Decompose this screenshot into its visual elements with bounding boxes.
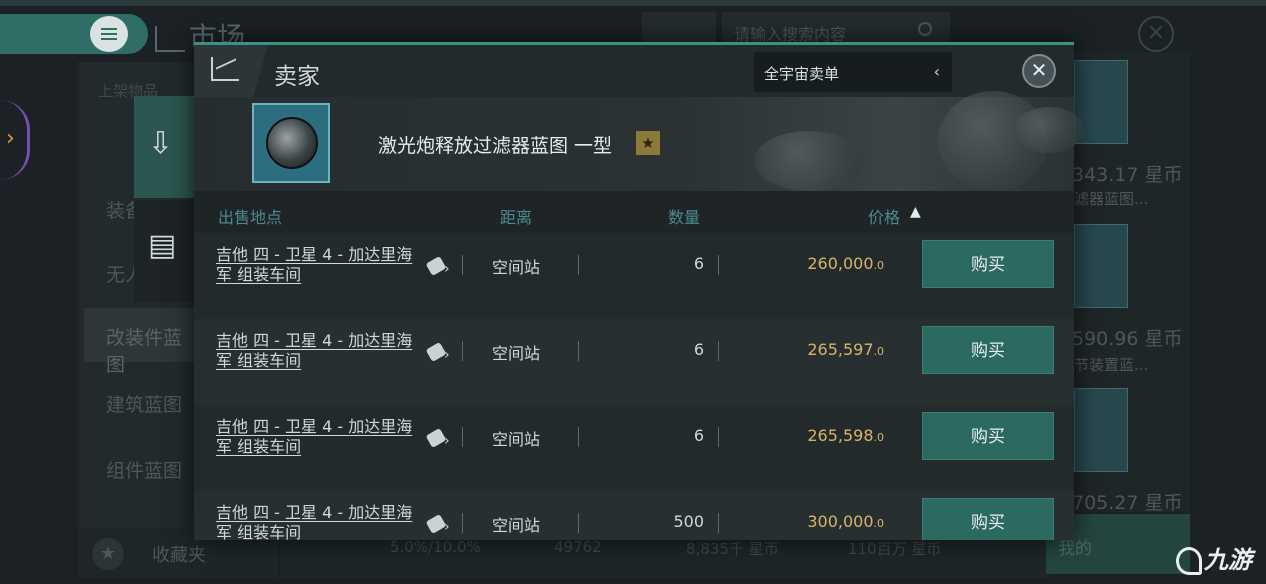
star-icon: ★	[636, 131, 660, 155]
scope-dropdown-value: 全宇宙卖单	[764, 65, 840, 83]
sell-location-link[interactable]: 吉他 四 - 卫星 4 - 加达里海军 组装车间	[216, 417, 426, 457]
category-item-structure-blueprints[interactable]: 建筑蓝图	[106, 390, 182, 417]
chart-icon	[211, 57, 239, 81]
tab-sell-orders[interactable]: ⇩	[134, 96, 194, 198]
item-banner: 激光炮释放过滤器蓝图 一型 ★	[194, 91, 1084, 191]
modal-header: 卖家 全宇宙卖单 ‹ ✕	[194, 45, 1074, 97]
side-drawer-handle[interactable]	[0, 100, 30, 180]
divider	[578, 255, 579, 275]
price-value: 265,598.0	[807, 426, 884, 445]
price-value: 260,000.0	[807, 254, 884, 273]
item-price: 343.17 星币	[1072, 164, 1183, 186]
column-quantity[interactable]: 数量	[668, 204, 700, 228]
item-price: 590.96 星币	[1072, 328, 1183, 350]
buy-button[interactable]: 购买	[922, 326, 1054, 374]
clipboard-icon: ▤	[148, 228, 177, 263]
route-icon[interactable]: ›	[425, 341, 454, 363]
category-item-rig-blueprints[interactable]: 改装件蓝图	[84, 308, 196, 376]
item-thumbnail[interactable]	[1074, 388, 1128, 472]
route-icon[interactable]: ›	[425, 513, 454, 535]
top-strip	[0, 0, 1266, 6]
divider	[578, 427, 579, 447]
item-name: 滤器蓝图...	[1074, 190, 1149, 208]
modal-side-tabs: ⇩ ▤	[134, 96, 194, 302]
search-icon[interactable]	[918, 22, 932, 36]
distance-value: 空间站	[492, 516, 541, 535]
divider	[462, 341, 463, 361]
watermark-logo: 九游	[1176, 540, 1252, 575]
table-row: 吉他 四 - 卫星 4 - 加达里海军 组装车间 › 空间站 6 260,000…	[194, 233, 1074, 319]
market-chart-icon	[155, 26, 185, 52]
distance-value: 空间站	[492, 430, 541, 449]
blueprint-icon	[266, 117, 318, 169]
divider	[462, 427, 463, 447]
header-icon-box	[194, 45, 268, 97]
page-close-icon[interactable]: ×	[1138, 16, 1174, 52]
sell-location-link[interactable]: 吉他 四 - 卫星 4 - 加达里海军 组装车间	[216, 503, 426, 540]
scope-dropdown[interactable]: 全宇宙卖单 ‹	[754, 52, 952, 92]
cart-download-icon: ⇩	[148, 126, 174, 161]
modal-title: 卖家	[274, 64, 320, 90]
tab-order-details[interactable]: ▤	[134, 200, 194, 302]
close-icon[interactable]: ✕	[1022, 54, 1056, 88]
table-row: 吉他 四 - 卫星 4 - 加达里海军 组装车间 › 空间站 6 265,598…	[194, 405, 1074, 491]
sort-ascending-icon[interactable]: ▲	[910, 204, 921, 220]
buy-button[interactable]: 购买	[922, 240, 1054, 288]
category-item-component-blueprints[interactable]: 组件蓝图	[106, 456, 182, 483]
buy-button[interactable]: 购买	[922, 412, 1054, 460]
item-name: 节装置蓝...	[1074, 356, 1149, 374]
sell-location-link[interactable]: 吉他 四 - 卫星 4 - 加达里海军 组装车间	[216, 331, 426, 371]
table-header: 出售地点 距离 数量 价格 ▲	[194, 191, 1074, 233]
sell-location-link[interactable]: 吉他 四 - 卫星 4 - 加达里海军 组装车间	[216, 245, 426, 285]
divider	[578, 341, 579, 361]
item-thumbnail[interactable]	[1074, 224, 1128, 308]
item-name: 激光炮释放过滤器蓝图 一型	[378, 135, 613, 157]
logo-icon	[1176, 547, 1202, 575]
price-value: 300,000.0	[807, 512, 884, 531]
distance-value: 空间站	[492, 344, 541, 363]
table-row: 吉他 四 - 卫星 4 - 加达里海军 组装车间 › 空间站 6 265,597…	[194, 319, 1074, 405]
column-price[interactable]: 价格	[868, 204, 900, 228]
orders-stat: 49762	[554, 538, 602, 556]
divider	[462, 513, 463, 533]
route-icon[interactable]: ›	[425, 255, 454, 277]
distance-value: 空间站	[492, 258, 541, 277]
item-price: 705.27 星币	[1072, 492, 1183, 514]
route-icon[interactable]: ›	[425, 427, 454, 449]
sellers-modal: 卖家 全宇宙卖单 ‹ ✕ 激光炮释放过滤器蓝图 一型 ★ 出售地点 距离 数量 …	[194, 42, 1084, 540]
escrow-stat: 110百万 星币	[848, 540, 942, 558]
divider	[578, 513, 579, 533]
buy-button[interactable]: 购买	[922, 498, 1054, 540]
chevron-right-icon[interactable]: ›	[6, 126, 15, 151]
planet-decoration	[1014, 107, 1084, 153]
chevron-left-icon: ‹	[933, 62, 940, 81]
divider	[462, 255, 463, 275]
wallet-stat: 8,835千 星币	[686, 540, 779, 558]
price-value: 265,597.0	[807, 340, 884, 359]
menu-icon[interactable]	[90, 16, 128, 52]
column-location[interactable]: 出售地点	[218, 204, 282, 228]
tax-stat: 5.0%/10.0%	[390, 538, 481, 556]
table-row: 吉他 四 - 卫星 4 - 加达里海军 组装车间 › 空间站 500 300,0…	[194, 491, 1074, 540]
star-icon[interactable]: ★	[92, 538, 124, 570]
item-icon	[252, 103, 330, 183]
column-distance[interactable]: 距离	[500, 204, 532, 228]
planet-decoration	[754, 131, 864, 191]
favorites-label[interactable]: 收藏夹	[152, 541, 206, 567]
